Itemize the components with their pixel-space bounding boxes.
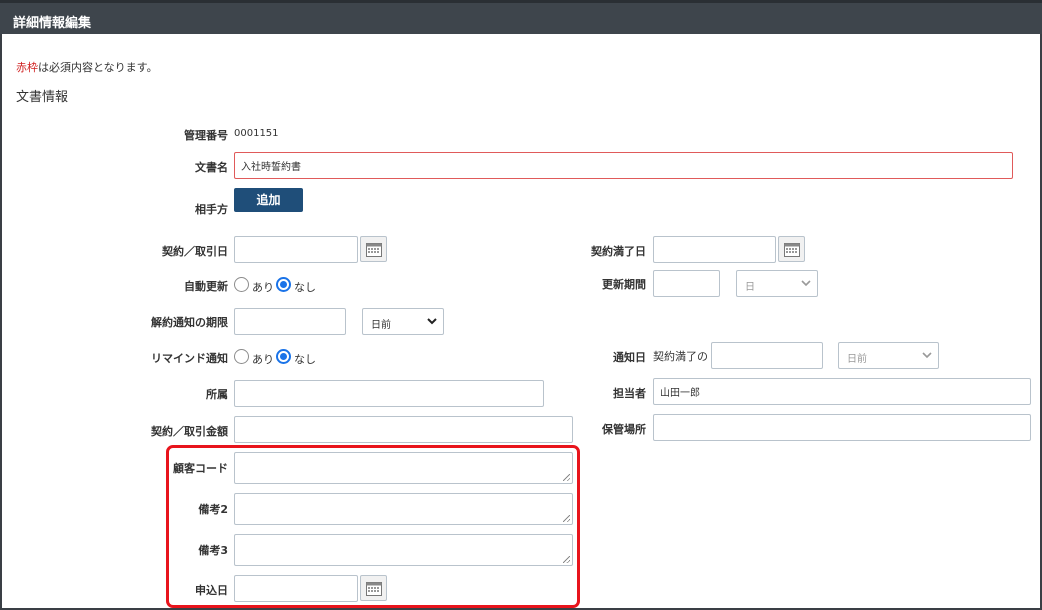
renew-period-label: 更新期間 bbox=[602, 278, 646, 291]
storage-label: 保管場所 bbox=[602, 423, 646, 436]
management-no-value: 0001151 bbox=[234, 128, 279, 139]
auto-renew-no-label: なし bbox=[294, 281, 316, 294]
resize-grip-icon[interactable] bbox=[563, 515, 570, 522]
page-header: 詳細情報編集 bbox=[0, 0, 1042, 34]
remarks2-label: 備考2 bbox=[198, 503, 228, 516]
doc-name-label: 文書名 bbox=[195, 161, 228, 174]
resize-grip-icon[interactable] bbox=[563, 556, 570, 563]
notify-date-input[interactable] bbox=[711, 342, 823, 369]
remind-no-label: なし bbox=[294, 353, 316, 366]
storage-input[interactable] bbox=[653, 414, 1031, 441]
contract-expiry-calendar-button[interactable] bbox=[778, 236, 805, 262]
department-label: 所属 bbox=[206, 388, 228, 401]
notify-date-prefix: 契約満了の bbox=[653, 350, 708, 363]
contract-date-input[interactable] bbox=[234, 236, 358, 263]
remind-label: リマインド通知 bbox=[151, 352, 228, 365]
calendar-icon bbox=[784, 243, 800, 257]
add-counterparty-button[interactable]: 追加 bbox=[234, 188, 303, 212]
resize-grip-icon[interactable] bbox=[563, 474, 570, 481]
calendar-icon bbox=[366, 582, 382, 596]
contract-expiry-input[interactable] bbox=[653, 236, 776, 263]
notify-date-unit-select[interactable]: 日前 bbox=[838, 342, 939, 369]
cancel-notice-unit-select[interactable]: 日前 bbox=[362, 308, 444, 335]
chevron-down-icon bbox=[427, 318, 437, 325]
auto-renew-yes-radio[interactable] bbox=[234, 277, 249, 292]
contract-date-calendar-button[interactable] bbox=[360, 236, 387, 262]
person-label: 担当者 bbox=[613, 387, 646, 400]
management-no-label: 管理番号 bbox=[184, 129, 228, 142]
required-note: 赤枠は必須内容となります。 bbox=[16, 59, 158, 75]
remarks3-label: 備考3 bbox=[198, 544, 228, 557]
counterparty-label: 相手方 bbox=[195, 203, 228, 216]
renew-period-unit-select[interactable]: 日 bbox=[736, 270, 818, 297]
required-note-red: 赤枠 bbox=[16, 61, 38, 74]
doc-name-input[interactable] bbox=[234, 152, 1013, 179]
person-input[interactable] bbox=[653, 378, 1031, 405]
notify-date-unit-value: 日前 bbox=[847, 354, 867, 365]
calendar-icon bbox=[366, 243, 382, 257]
renew-period-input[interactable] bbox=[653, 270, 720, 297]
cancel-notice-unit-value: 日前 bbox=[371, 320, 391, 331]
notify-date-label: 通知日 bbox=[613, 351, 646, 364]
page-title: 詳細情報編集 bbox=[13, 16, 92, 31]
remind-no-radio[interactable] bbox=[276, 349, 291, 364]
renew-period-unit-value: 日 bbox=[745, 282, 755, 293]
cancel-notice-input[interactable] bbox=[234, 308, 346, 335]
amount-label: 契約／取引金額 bbox=[151, 425, 228, 438]
department-input[interactable] bbox=[234, 380, 544, 407]
remarks3-textarea[interactable] bbox=[234, 534, 573, 566]
cancel-notice-label: 解約通知の期限 bbox=[151, 316, 228, 329]
contract-expiry-label: 契約満了日 bbox=[591, 245, 646, 258]
auto-renew-label: 自動更新 bbox=[184, 280, 228, 293]
chevron-down-icon bbox=[801, 280, 811, 287]
auto-renew-no-radio[interactable] bbox=[276, 277, 291, 292]
required-note-text: は必須内容となります。 bbox=[38, 61, 158, 74]
auto-renew-yes-label: あり bbox=[252, 281, 274, 294]
remarks2-textarea[interactable] bbox=[234, 493, 573, 525]
contract-date-label: 契約／取引日 bbox=[162, 245, 228, 258]
amount-input[interactable] bbox=[234, 416, 573, 443]
apply-date-calendar-button[interactable] bbox=[360, 575, 387, 601]
apply-date-label: 申込日 bbox=[195, 584, 228, 597]
section-title: 文書情報 bbox=[16, 90, 69, 105]
chevron-down-icon bbox=[922, 352, 932, 359]
customer-code-textarea[interactable] bbox=[234, 452, 573, 484]
remind-yes-radio[interactable] bbox=[234, 349, 249, 364]
remind-yes-label: あり bbox=[252, 353, 274, 366]
apply-date-input[interactable] bbox=[234, 575, 358, 602]
customer-code-label: 顧客コード bbox=[173, 462, 228, 475]
